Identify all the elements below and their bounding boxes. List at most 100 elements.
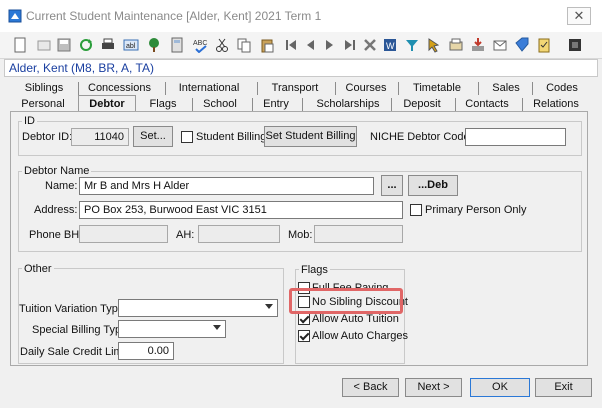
tab-sales[interactable]: Sales: [490, 81, 522, 96]
ok-button[interactable]: OK: [470, 378, 530, 397]
other-group-title: Other: [22, 263, 54, 275]
highlight-box: [289, 288, 403, 314]
niche-debtor-code-field[interactable]: [465, 128, 566, 146]
tab-separator: [391, 98, 392, 111]
tab-international[interactable]: International: [178, 81, 240, 96]
next-button[interactable]: Next >: [405, 378, 462, 397]
debtor-id-field[interactable]: 11040: [71, 128, 129, 146]
tab-relations[interactable]: Relations: [532, 97, 580, 112]
tab-contacts[interactable]: Contacts: [464, 97, 510, 112]
debtor-id-label: Debtor ID:: [22, 131, 73, 143]
debtor-name-field[interactable]: Mr B and Mrs H Alder: [79, 177, 374, 195]
allow-auto-charges-checkbox[interactable]: [298, 330, 310, 342]
tab-separator: [478, 82, 479, 95]
tag-icon[interactable]: [512, 36, 532, 54]
new-record-icon[interactable]: [10, 36, 30, 54]
cut-icon[interactable]: [212, 36, 232, 54]
checklist-icon[interactable]: [534, 36, 554, 54]
chevron-down-icon: [265, 304, 273, 309]
save-icon[interactable]: [54, 36, 74, 54]
mobile-field[interactable]: [314, 225, 403, 243]
tab-scholarships[interactable]: Scholarships: [316, 97, 380, 112]
tab-separator: [192, 98, 193, 111]
flags-group-title: Flags: [299, 264, 330, 276]
inbox-download-icon[interactable]: [468, 36, 488, 54]
svg-text:abl: abl: [126, 43, 136, 50]
tab-separator: [532, 82, 533, 95]
id-group-title: ID: [22, 115, 37, 127]
allow-auto-tuition-label: Allow Auto Tuition: [312, 313, 399, 325]
svg-text:W: W: [386, 41, 395, 51]
daily-credit-limit-field[interactable]: 0.00: [118, 342, 174, 360]
tab-flags[interactable]: Flags: [146, 97, 180, 112]
open-record-icon[interactable]: [34, 36, 54, 54]
phone-ah-field[interactable]: [198, 225, 280, 243]
special-billing-label: Special Billing Type:: [32, 324, 131, 336]
pointer-icon[interactable]: [424, 36, 444, 54]
next-record-icon[interactable]: [320, 36, 340, 54]
debtor-lookup-button[interactable]: ...Deb: [408, 175, 458, 196]
tree-icon[interactable]: [144, 36, 164, 54]
tab-courses[interactable]: Courses: [344, 81, 388, 96]
tab-transport[interactable]: Transport: [268, 81, 322, 96]
tab-deposit[interactable]: Deposit: [402, 97, 442, 112]
close-button[interactable]: ✕: [567, 7, 591, 25]
tuition-variation-label: Tuition Variation Type:: [19, 303, 128, 315]
tab-separator: [252, 98, 253, 111]
copy-icon[interactable]: [234, 36, 254, 54]
tab-debtor[interactable]: Debtor: [78, 95, 136, 112]
tab-timetable[interactable]: Timetable: [412, 81, 462, 96]
window-title: Current Student Maintenance [Alder, Kent…: [26, 9, 322, 23]
allow-auto-tuition-checkbox[interactable]: [298, 313, 310, 325]
tab-separator: [78, 82, 79, 95]
phone-ah-label: AH:: [176, 229, 195, 241]
previous-record-icon[interactable]: [300, 36, 320, 54]
phone-bh-field[interactable]: [79, 225, 168, 243]
tab-separator: [398, 82, 399, 95]
tab-siblings[interactable]: Siblings: [24, 81, 64, 96]
exit-button[interactable]: Exit: [535, 378, 592, 397]
name-lookup-button[interactable]: ...: [381, 175, 403, 196]
student-billing-label: Student Billing: [196, 131, 267, 143]
debtor-name-label: Name:: [45, 180, 78, 192]
tab-codes[interactable]: Codes: [544, 81, 580, 96]
student-header: Alder, Kent (M8, BR, A, TA): [9, 61, 154, 75]
tab-separator: [455, 98, 456, 111]
tab-separator: [522, 98, 523, 111]
word-document-icon[interactable]: W: [380, 36, 400, 54]
tab-concessions[interactable]: Concessions: [88, 81, 151, 96]
tab-personal[interactable]: Personal: [20, 97, 66, 112]
chevron-down-icon: [213, 325, 221, 330]
address-field[interactable]: PO Box 253, Burwood East VIC 3151: [79, 201, 403, 219]
paste-icon[interactable]: [257, 36, 277, 54]
daily-credit-limit-label: Daily Sale Credit Limit:: [20, 346, 132, 358]
printer-form-icon[interactable]: [446, 36, 466, 54]
first-record-icon[interactable]: [281, 36, 301, 54]
exit-icon[interactable]: [565, 36, 585, 54]
student-billing-checkbox[interactable]: [181, 131, 193, 143]
tab-school[interactable]: School: [200, 97, 240, 112]
last-record-icon[interactable]: [340, 36, 360, 54]
delete-icon[interactable]: [360, 36, 380, 54]
refresh-icon[interactable]: [76, 36, 96, 54]
text-field-icon[interactable]: abl: [121, 36, 141, 54]
primary-person-label: Primary Person Only: [425, 204, 527, 216]
debtor-name-group-title: Debtor Name: [22, 165, 92, 177]
set-debtor-id-button[interactable]: Set...: [133, 126, 173, 147]
set-student-billing-button[interactable]: Set Student Billing: [264, 126, 357, 147]
calculator-icon[interactable]: [167, 36, 187, 54]
tab-entry[interactable]: Entry: [260, 97, 292, 112]
mobile-label: Mob:: [288, 229, 313, 241]
allow-auto-charges-label: Allow Auto Charges: [312, 330, 408, 342]
tab-separator: [335, 82, 336, 95]
primary-person-checkbox[interactable]: [410, 204, 422, 216]
back-button[interactable]: < Back: [342, 378, 399, 397]
print-icon[interactable]: [98, 36, 118, 54]
special-billing-select[interactable]: [118, 320, 226, 338]
tuition-variation-select[interactable]: [118, 299, 278, 317]
mail-icon[interactable]: [490, 36, 510, 54]
spellcheck-icon[interactable]: ABC: [190, 36, 210, 54]
tab-separator: [257, 82, 258, 95]
filter-icon[interactable]: [402, 36, 422, 54]
tab-separator: [302, 98, 303, 111]
